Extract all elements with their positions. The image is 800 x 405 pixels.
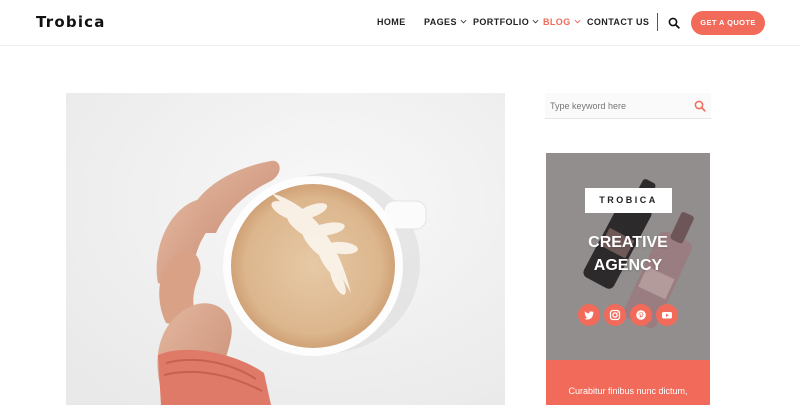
nav-item-pages[interactable]: PAGES bbox=[424, 17, 467, 27]
nav-item-label: HOME bbox=[377, 17, 406, 27]
banner-title: CREATIVE AGENCY bbox=[546, 231, 710, 277]
site-header: Trobica HOME PAGES PORTFOLIO BLOG CONTAC… bbox=[0, 0, 800, 46]
sidebar-ad-banner[interactable]: TROBICA CREATIVE AGENCY Curabitur finibu… bbox=[546, 153, 710, 405]
search-icon[interactable] bbox=[668, 16, 680, 29]
site-logo[interactable]: Trobica bbox=[36, 13, 106, 31]
post-featured-image[interactable] bbox=[66, 93, 505, 405]
get-a-quote-button[interactable]: GET A QUOTE bbox=[691, 11, 765, 35]
nav-item-blog[interactable]: BLOG bbox=[543, 17, 581, 27]
nav-item-home[interactable]: HOME bbox=[377, 17, 406, 27]
nav-divider bbox=[657, 13, 658, 31]
chevron-down-icon bbox=[532, 17, 539, 27]
nav-item-label: PAGES bbox=[424, 17, 457, 27]
banner-brand-label: TROBICA bbox=[585, 188, 672, 213]
youtube-icon[interactable] bbox=[656, 304, 678, 326]
banner-title-line: CREATIVE bbox=[588, 234, 668, 251]
nav-item-label: BLOG bbox=[543, 17, 571, 27]
banner-cta-block: Curabitur finibus nunc dictum, bbox=[546, 360, 710, 405]
banner-title-line: AGENCY bbox=[593, 257, 663, 274]
nav-item-portfolio[interactable]: PORTFOLIO bbox=[473, 17, 539, 27]
nav-item-label: PORTFOLIO bbox=[473, 17, 530, 27]
sidebar-search-box bbox=[545, 93, 711, 119]
pinterest-icon[interactable] bbox=[630, 304, 652, 326]
banner-cta-text: Curabitur finibus nunc dictum, bbox=[568, 386, 688, 396]
search-icon[interactable] bbox=[694, 99, 706, 112]
search-input[interactable] bbox=[545, 93, 690, 119]
twitter-icon[interactable] bbox=[578, 304, 600, 326]
nav-item-label: CONTACT US bbox=[587, 17, 650, 27]
instagram-icon[interactable] bbox=[604, 304, 626, 326]
chevron-down-icon bbox=[574, 17, 581, 27]
chevron-down-icon bbox=[460, 17, 467, 27]
nav-item-contact-us[interactable]: CONTACT US bbox=[587, 17, 649, 27]
